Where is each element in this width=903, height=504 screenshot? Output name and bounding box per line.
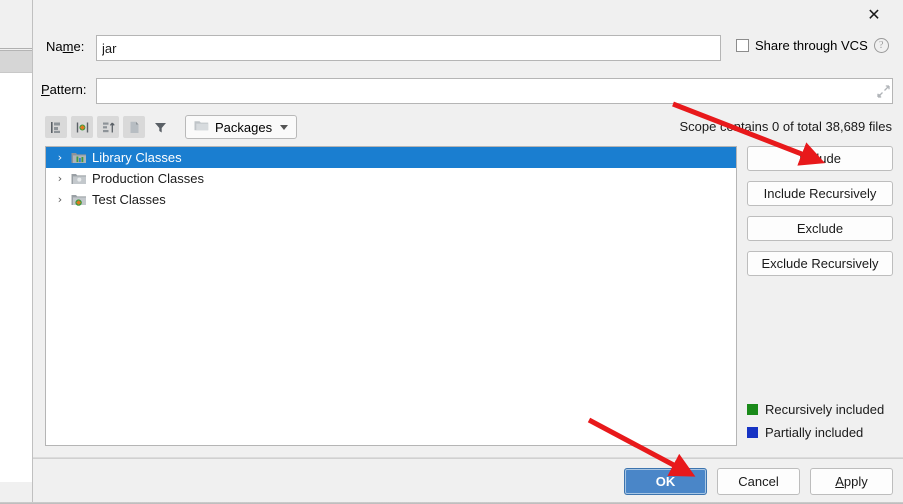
exclude-recursively-button[interactable]: Exclude Recursively <box>747 251 893 276</box>
close-icon[interactable]: ✕ <box>852 0 896 29</box>
share-through-vcs-checkbox[interactable] <box>736 39 749 52</box>
legend-swatch-green <box>747 404 758 415</box>
show-files-icon[interactable] <box>71 116 93 138</box>
background-window-selected-row <box>0 50 34 72</box>
dialog-titlebar: ✕ <box>33 0 903 29</box>
background-window-divider <box>0 48 34 49</box>
tree-item-label: Library Classes <box>92 150 182 165</box>
compact-packages-icon[interactable] <box>123 116 145 138</box>
filter-icon[interactable] <box>149 116 171 138</box>
legend-swatch-blue <box>747 427 758 438</box>
screenshot-root: ✕ Name: Share through VCS ? Pattern: <box>0 0 903 504</box>
chevron-right-icon[interactable]: › <box>54 193 66 206</box>
legend-label: Partially included <box>765 425 864 440</box>
pattern-row: Pattern: <box>33 76 903 106</box>
legend-item-recursively-included: Recursively included <box>747 402 884 417</box>
folder-icon <box>194 119 209 135</box>
tree-item-label: Test Classes <box>92 192 166 207</box>
expand-icon[interactable] <box>877 85 890 98</box>
chevron-down-icon <box>280 124 289 130</box>
name-label: Name: <box>46 39 85 54</box>
share-through-vcs-label: Share through VCS <box>755 38 868 53</box>
legend-label: Recursively included <box>765 402 885 417</box>
cancel-button[interactable]: Cancel <box>717 468 800 495</box>
tree-toolbar: Packages <box>45 114 298 140</box>
include-button[interactable]: Include <box>747 146 893 171</box>
scope-type-combo-label: Packages <box>215 119 273 135</box>
production-folder-icon <box>71 172 87 186</box>
tree-item-library-classes[interactable]: › Library Classes <box>46 147 736 168</box>
dialog-button-bar: OK Cancel Apply <box>624 468 893 495</box>
legend-item-partially-included: Partially included <box>747 425 884 440</box>
pattern-input[interactable] <box>96 78 893 104</box>
scope-tree-panel[interactable]: › Library Classes › Production Classes ›… <box>45 146 737 446</box>
scope-type-combo[interactable]: Packages <box>185 115 298 139</box>
pattern-label: Pattern: <box>41 82 87 97</box>
chevron-right-icon[interactable]: › <box>54 151 66 164</box>
legend: Recursively included Partially included <box>747 402 884 440</box>
include-recursively-button[interactable]: Include Recursively <box>747 181 893 206</box>
test-folder-icon <box>71 193 87 207</box>
footer-divider <box>33 458 903 459</box>
exclude-button[interactable]: Exclude <box>747 216 893 241</box>
apply-button[interactable]: Apply <box>810 468 893 495</box>
sort-icon[interactable] <box>97 116 119 138</box>
ok-button[interactable]: OK <box>624 468 707 495</box>
scope-info-text: Scope contains 0 of total 38,689 files <box>679 119 892 134</box>
name-input[interactable] <box>96 35 721 61</box>
scopes-dialog: ✕ Name: Share through VCS ? Pattern: <box>32 0 903 504</box>
help-icon[interactable]: ? <box>873 38 889 53</box>
dialog-footer: OK Cancel Apply <box>33 457 903 504</box>
share-through-vcs-group[interactable]: Share through VCS ? <box>736 38 889 53</box>
library-folder-icon <box>71 151 87 165</box>
name-row: Name: Share through VCS ? <box>33 33 903 63</box>
tree-item-production-classes[interactable]: › Production Classes <box>46 168 736 189</box>
background-window-content <box>0 72 34 482</box>
flatten-packages-icon[interactable] <box>45 116 67 138</box>
scope-action-buttons: Include Include Recursively Exclude Excl… <box>747 146 893 276</box>
tree-item-test-classes[interactable]: › Test Classes <box>46 189 736 210</box>
tree-item-label: Production Classes <box>92 171 204 186</box>
chevron-right-icon[interactable]: › <box>54 172 66 185</box>
